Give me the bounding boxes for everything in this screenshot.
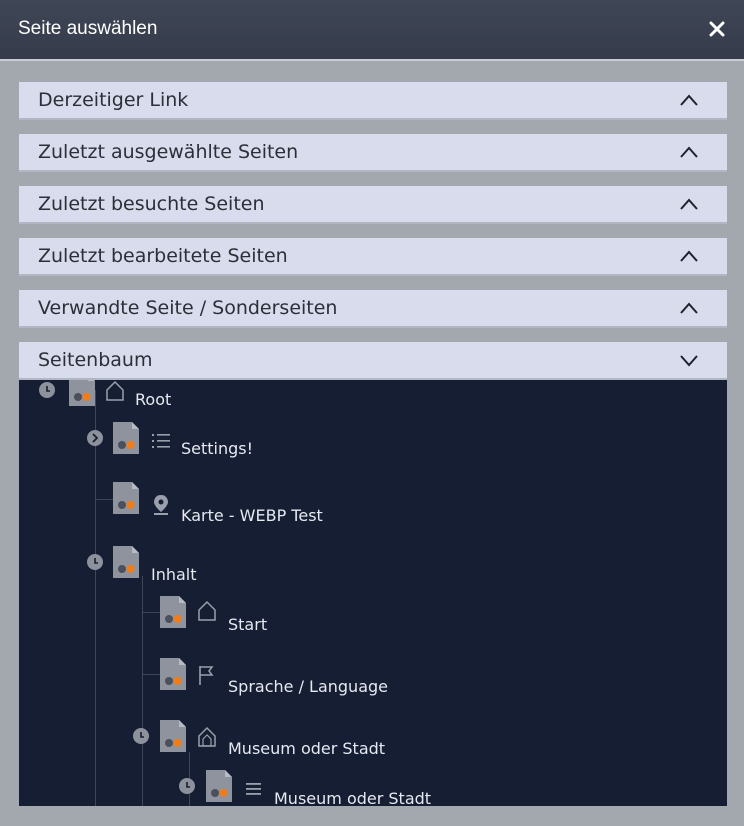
panel-recently-visited[interactable]: Zuletzt besuchte Seiten [19, 186, 727, 224]
panel-page-tree[interactable]: Seitenbaum [19, 342, 727, 380]
map-pin-icon [154, 495, 168, 515]
tree-node-label: Sprache / Language [228, 677, 388, 696]
page-document-icon [206, 770, 232, 802]
expander-expanded-icon[interactable] [87, 554, 103, 570]
panel-label: Zuletzt ausgewählte Seiten [38, 141, 299, 163]
panel-recently-edited[interactable]: Zuletzt bearbeitete Seiten [19, 238, 727, 276]
expander-expanded-icon[interactable] [39, 382, 55, 398]
panel-label: Derzeitiger Link [38, 89, 189, 111]
tree-node-label: Museum oder Stadt [274, 789, 432, 806]
dialog-titlebar: Seite auswählen [0, 0, 744, 61]
home-icon [198, 600, 216, 621]
chevron-up-icon [680, 198, 698, 210]
tree-node-museum[interactable]: Museum oder Stadt [19, 720, 727, 762]
tree-node-settings[interactable]: Settings! [19, 422, 727, 464]
panel-current-link[interactable]: Derzeitiger Link [19, 82, 727, 120]
chevron-down-icon [680, 355, 698, 367]
panel-related-pages[interactable]: Verwandte Seite / Sonderseiten [19, 290, 727, 328]
page-document-icon [69, 380, 95, 406]
tree-node-label: Start [228, 615, 268, 634]
tree-node-sprache[interactable]: Sprache / Language [19, 658, 727, 700]
home-icon [198, 726, 216, 747]
page-document-icon [160, 596, 186, 628]
chevron-up-icon [680, 146, 698, 158]
tree-node-label: Settings! [181, 439, 254, 458]
expander-collapsed-icon[interactable] [87, 430, 103, 446]
tree-node-karte[interactable]: Karte - WEBP Test [19, 482, 727, 525]
page-document-icon [113, 546, 139, 578]
page-document-icon [113, 422, 139, 454]
tree-node-start[interactable]: Start [19, 596, 727, 638]
dialog-title: Seite auswählen [18, 18, 158, 39]
close-button[interactable] [706, 16, 728, 42]
chevron-up-icon [680, 94, 698, 106]
page-document-icon [160, 658, 186, 690]
tree-node-label: Root [135, 390, 172, 409]
expander-expanded-icon[interactable] [133, 728, 149, 744]
page-tree: Root Settings! Karte - WEBP Test Inhalt … [19, 380, 727, 806]
expander-expanded-icon[interactable] [179, 778, 195, 794]
tree-node-root[interactable]: Root [19, 380, 727, 420]
chevron-up-icon [680, 250, 698, 262]
tree-node-label: Museum oder Stadt [228, 739, 386, 758]
page-document-icon [160, 720, 186, 752]
tree-node-museum-child[interactable]: Museum oder Stadt [19, 770, 727, 806]
panel-label: Zuletzt besuchte Seiten [38, 193, 265, 215]
home-icon [106, 380, 124, 401]
flag-icon [199, 666, 214, 685]
page-document-icon [113, 482, 139, 514]
panel-label: Zuletzt bearbeitete Seiten [38, 245, 288, 267]
panel-recently-selected[interactable]: Zuletzt ausgewählte Seiten [19, 134, 727, 172]
tree-node-label: Karte - WEBP Test [181, 506, 323, 525]
list-icon [152, 434, 170, 448]
close-icon [709, 21, 725, 37]
panel-label: Verwandte Seite / Sonderseiten [38, 297, 338, 319]
tree-node-inhalt[interactable]: Inhalt [19, 546, 727, 588]
tree-node-label: Inhalt [151, 565, 197, 584]
chevron-up-icon [680, 302, 698, 314]
menu-icon [246, 783, 261, 795]
panel-label: Seitenbaum [38, 349, 153, 371]
